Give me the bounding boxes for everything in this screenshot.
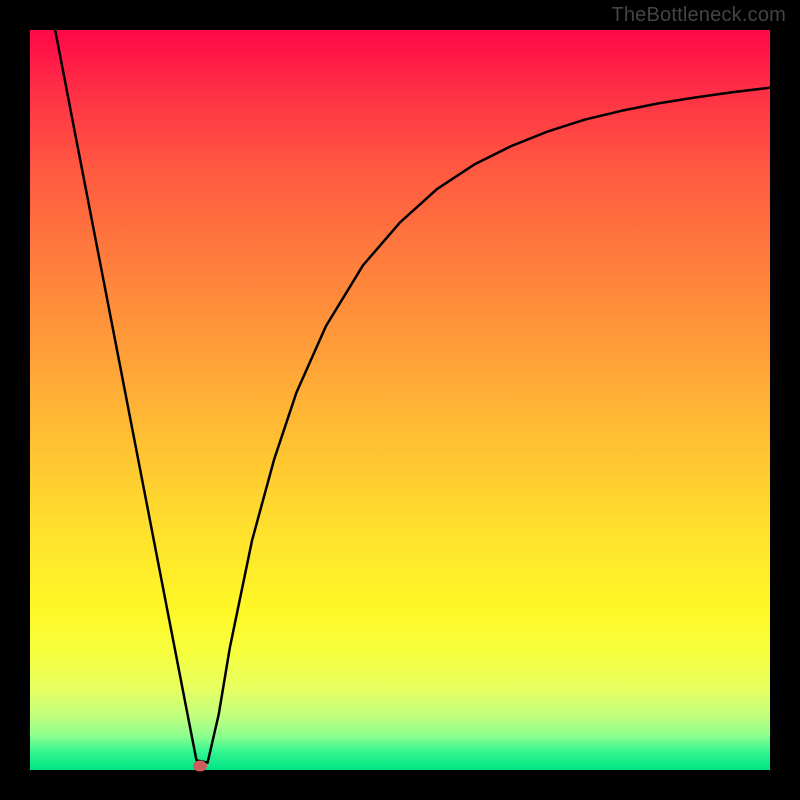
watermark-text: TheBottleneck.com [611,4,786,27]
minimum-marker-icon [193,760,207,771]
bottleneck-curve [30,30,770,770]
plot-area [30,30,770,770]
chart-container: TheBottleneck.com [0,0,800,800]
